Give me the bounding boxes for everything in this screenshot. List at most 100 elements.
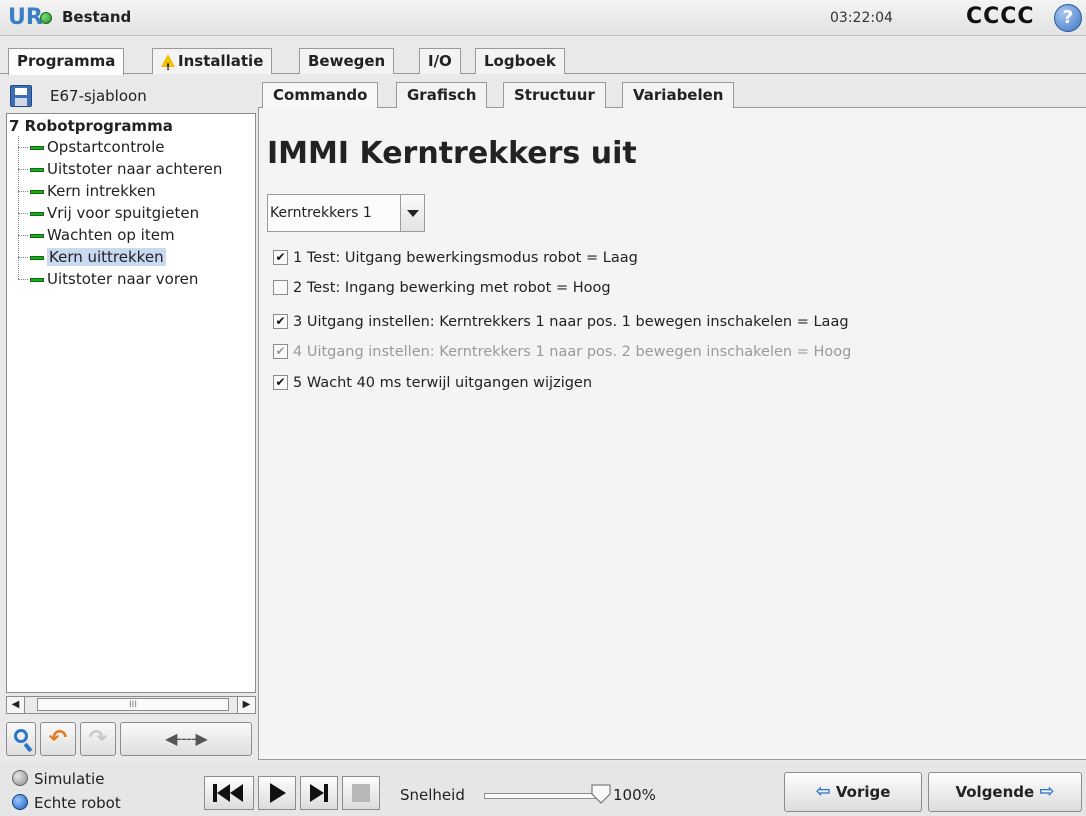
radio-on-icon[interactable]: [12, 793, 28, 810]
play-button[interactable]: [258, 776, 296, 810]
checkbox[interactable]: ✔: [273, 249, 288, 265]
speed-slider[interactable]: [484, 793, 602, 799]
warning-icon: !: [161, 54, 175, 73]
stop-button[interactable]: [342, 776, 380, 810]
top-bar: UR Bestand 03:22:04 CCCC ?: [0, 0, 1086, 36]
redo-button[interactable]: ↷: [80, 722, 116, 756]
previous-label: Vorige: [835, 783, 891, 801]
tree-item-label: Vrij voor spuitgieten: [47, 204, 200, 222]
file-menu[interactable]: Bestand: [62, 8, 131, 26]
tree-item-kern-uittrekken[interactable]: Kern uittrekken: [18, 246, 166, 268]
chevron-down-icon[interactable]: [400, 195, 424, 231]
tree-toolbar: ↶ ↷ ◀----▶: [6, 722, 256, 758]
move-arrows-icon: ◀----▶: [165, 729, 208, 748]
program-file-name: E67-sjabloon: [50, 87, 147, 105]
search-icon: [14, 729, 28, 743]
tree-item-vrij-spuitgieten[interactable]: Vrij voor spuitgieten: [18, 202, 199, 224]
checkbox: ✔: [273, 343, 288, 359]
status-dot-icon: [40, 12, 52, 24]
move-node-button[interactable]: ◀----▶: [120, 722, 252, 756]
tree-item-uitstoter-voren[interactable]: Uitstoter naar voren: [18, 268, 198, 290]
tree-horizontal-scrollbar[interactable]: ◀ III ▶: [6, 696, 256, 714]
tab-logboek[interactable]: Logboek: [475, 48, 565, 74]
device-select-value: Kerntrekkers 1: [270, 205, 372, 221]
step-button[interactable]: [300, 776, 338, 810]
rewind-button[interactable]: [204, 776, 254, 810]
check-item-1[interactable]: ✔ 1 Test: Uitgang bewerkingsmodus robot =…: [273, 247, 638, 269]
check-label: 5 Wacht 40 ms terwijl uitgangen wijzigen: [293, 375, 593, 391]
check-item-5[interactable]: ✔ 5 Wacht 40 ms terwijl uitgangen wijzige…: [273, 372, 592, 394]
next-label: Volgende: [955, 783, 1035, 801]
tree-item-label: Kern intrekken: [47, 182, 156, 200]
redo-icon: ↷: [88, 726, 108, 751]
tree-item-kern-intrekken[interactable]: Kern intrekken: [18, 180, 156, 202]
check-item-3[interactable]: ✔ 3 Uitgang instellen: Kerntrekkers 1 naa…: [273, 311, 849, 333]
command-icon: [30, 277, 44, 282]
tree-root-label: Robotprogramma: [24, 117, 173, 135]
next-button[interactable]: Volgende ⇨: [928, 772, 1082, 812]
robot-name: CCCC: [966, 4, 1035, 29]
previous-button[interactable]: ⇦ Vorige: [784, 772, 922, 812]
tab-structuur[interactable]: Structuur: [503, 82, 606, 108]
check-label: 3 Uitgang instellen: Kerntrekkers 1 naar…: [293, 314, 849, 330]
program-tree: 7 Robotprogramma Opstartcontrole Uitstot…: [6, 113, 256, 693]
check-item-2[interactable]: 2 Test: Ingang bewerking met robot = Hoo…: [273, 277, 611, 299]
command-icon: [30, 189, 44, 194]
tab-bewegen[interactable]: Bewegen: [299, 48, 395, 74]
stop-icon: [352, 784, 370, 802]
tab-io[interactable]: I/O: [419, 48, 461, 74]
real-robot-label: Echte robot: [34, 794, 121, 812]
speed-value: 100%: [613, 786, 656, 804]
simulation-label: Simulatie: [34, 770, 105, 788]
tree-item-label: Uitstoter naar voren: [47, 270, 199, 288]
tree-item-label: Uitstoter naar achteren: [47, 160, 223, 178]
tree-item-wachten-item[interactable]: Wachten op item: [18, 224, 175, 246]
undo-button[interactable]: ↶: [40, 722, 76, 756]
search-button[interactable]: [6, 722, 36, 756]
tab-commando[interactable]: Commando: [262, 82, 379, 109]
command-icon: [30, 211, 44, 216]
check-item-4: ✔ 4 Uitgang instellen: Kerntrekkers 1 naa…: [273, 341, 851, 363]
rewind-icon: [213, 784, 243, 802]
tab-programma[interactable]: Programma: [8, 48, 125, 75]
real-robot-option[interactable]: Echte robot: [12, 793, 121, 812]
command-icon: [30, 145, 44, 150]
tree-item-uitstoter-achteren[interactable]: Uitstoter naar achteren: [18, 158, 222, 180]
checkbox[interactable]: [273, 279, 288, 295]
tree-item-label: Opstartcontrole: [47, 138, 165, 156]
check-label: 1 Test: Uitgang bewerkingsmodus robot = …: [293, 250, 638, 266]
scroll-right-icon[interactable]: ▶: [237, 697, 255, 713]
play-icon: [270, 783, 286, 803]
step-icon: [310, 784, 328, 802]
check-label: 4 Uitgang instellen: Kerntrekkers 1 naar…: [293, 344, 852, 360]
bottom-bar: Simulatie Echte robot Snelheid 100% ⇦ Vo…: [0, 762, 1086, 816]
arrow-left-icon: ⇦: [815, 781, 831, 802]
simulation-option[interactable]: Simulatie: [12, 769, 105, 788]
speed-label: Snelheid: [400, 786, 465, 804]
clock: 03:22:04: [830, 10, 893, 26]
command-icon: [30, 167, 44, 172]
tree-root-marker: 7: [9, 117, 20, 135]
tab-variabelen[interactable]: Variabelen: [622, 82, 735, 108]
tree-item-opstartcontrole[interactable]: Opstartcontrole: [18, 136, 165, 158]
program-file-row: E67-sjabloon: [6, 80, 256, 112]
tab-grafisch[interactable]: Grafisch: [396, 82, 488, 108]
tree-item-label: Wachten op item: [47, 226, 175, 244]
radio-off-icon[interactable]: [12, 769, 28, 786]
program-tree-panel: E67-sjabloon 7 Robotprogramma Opstartcon…: [6, 80, 256, 765]
checkbox[interactable]: ✔: [273, 313, 288, 329]
save-icon[interactable]: [10, 85, 32, 107]
scroll-left-icon[interactable]: ◀: [7, 697, 25, 713]
help-icon[interactable]: ?: [1054, 4, 1082, 32]
tree-root[interactable]: 7 Robotprogramma: [9, 117, 173, 135]
tab-installatie[interactable]: ! Installatie: [152, 48, 273, 74]
checkbox[interactable]: ✔: [273, 374, 288, 390]
ur-logo-icon: UR: [8, 5, 43, 30]
speed-slider-thumb[interactable]: [590, 784, 612, 804]
scroll-thumb[interactable]: III: [37, 698, 229, 711]
page-title: IMMI Kerntrekkers uit: [267, 136, 637, 171]
content-tabs: Commando Grafisch Structuur Variabelen: [258, 82, 1086, 109]
undo-icon: ↶: [48, 726, 68, 751]
tree-item-label: Kern uittrekken: [47, 248, 166, 266]
device-select[interactable]: Kerntrekkers 1: [267, 194, 425, 232]
